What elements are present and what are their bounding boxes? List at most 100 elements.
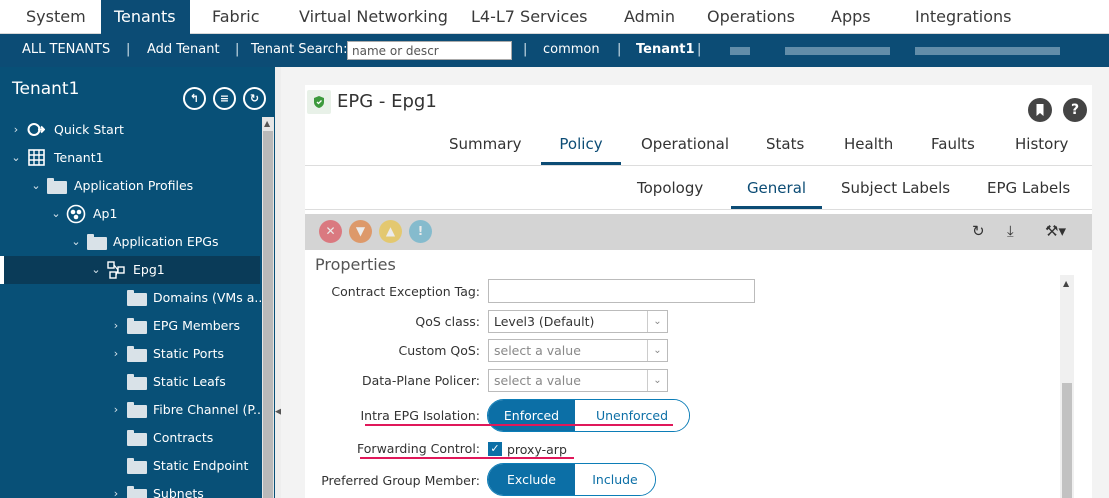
tab-health[interactable]: Health	[844, 135, 893, 165]
tree-item-application-profiles[interactable]: ⌄ Application Profiles	[0, 172, 260, 200]
separator: |	[617, 42, 622, 57]
isolation-enforced-option[interactable]: Enforced	[488, 400, 575, 431]
tab-fabric[interactable]: Fabric	[200, 0, 272, 34]
folder-icon	[127, 402, 147, 418]
scrollbar-thumb[interactable]	[1062, 383, 1072, 498]
proxy-arp-checkbox[interactable]: ✓	[488, 442, 502, 456]
tenant-search-input[interactable]	[347, 41, 512, 60]
data-plane-policer-select[interactable]: select a value ⌄	[488, 369, 668, 392]
field-label: Contract Exception Tag:	[331, 284, 480, 299]
subtab-subject-labels[interactable]: Subject Labels	[841, 179, 950, 209]
navigation-scrollbar[interactable]: ▲	[262, 117, 274, 498]
scrollbar-thumb[interactable]	[263, 131, 273, 498]
tab-faults[interactable]: Faults	[931, 135, 975, 165]
scroll-up-icon[interactable]: ▲	[1063, 279, 1069, 288]
redacted-tenant-link[interactable]	[785, 47, 890, 55]
chevron-down-icon[interactable]: ⌄	[31, 179, 41, 192]
bookmark-icon[interactable]	[1028, 98, 1052, 122]
tree-item-static-ports[interactable]: › Static Ports	[0, 340, 260, 368]
chevron-down-icon[interactable]: ⌄	[647, 311, 667, 332]
chevron-down-icon[interactable]: ⌄	[647, 340, 667, 361]
pgm-exclude-option[interactable]: Exclude	[488, 464, 575, 495]
tree-item-subnets[interactable]: › Subnets	[0, 480, 260, 498]
tab-operations[interactable]: Operations	[695, 0, 807, 34]
chevron-right-icon[interactable]: ›	[11, 123, 21, 136]
tab-stats[interactable]: Stats	[766, 135, 804, 165]
tab-system[interactable]: System	[14, 0, 98, 34]
chevron-down-icon[interactable]: ⌄	[91, 263, 101, 276]
refresh-icon[interactable]: ↻	[243, 87, 266, 110]
history-back-icon[interactable]: ↰	[183, 87, 206, 110]
redacted-tenant-link[interactable]	[915, 47, 1060, 55]
scroll-up-icon[interactable]: ▲	[264, 119, 270, 128]
tree-item-label: Quick Start	[54, 122, 124, 137]
tree-item-epg1[interactable]: ⌄ Epg1	[0, 256, 260, 284]
chevron-right-icon[interactable]: ›	[111, 319, 121, 332]
tree-item-application-epgs[interactable]: ⌄ Application EPGs	[0, 228, 260, 256]
section-title: Properties	[315, 255, 396, 274]
subtab-topology[interactable]: Topology	[637, 179, 703, 209]
tab-operational[interactable]: Operational	[641, 135, 729, 165]
chevron-right-icon[interactable]: ›	[111, 487, 121, 498]
subtab-general[interactable]: General	[731, 179, 822, 209]
tab-tenants[interactable]: Tenants	[101, 0, 190, 34]
tree-item-label: Tenant1	[54, 150, 104, 165]
tree-item-fibre-channel[interactable]: › Fibre Channel (P...	[0, 396, 265, 424]
custom-qos-select[interactable]: select a value ⌄	[488, 339, 668, 362]
preferred-group-member-toggle[interactable]: Exclude Include	[487, 463, 656, 496]
tools-icon[interactable]: ⚒▾	[1045, 222, 1066, 240]
tree-item-domains[interactable]: Domains (VMs a...	[0, 284, 266, 312]
chevron-down-icon[interactable]: ⌄	[11, 151, 21, 164]
chevron-down-icon[interactable]: ⌄	[71, 235, 81, 248]
chevron-down-icon[interactable]: ⌄	[647, 370, 667, 391]
help-icon[interactable]: ?	[1063, 98, 1087, 122]
tree-item-static-leafs[interactable]: Static Leafs	[0, 368, 260, 396]
field-label: Data-Plane Policer:	[362, 373, 480, 388]
refresh-icon[interactable]: ↻	[972, 222, 985, 240]
subtab-epg-labels[interactable]: EPG Labels	[987, 179, 1070, 209]
chevron-down-icon[interactable]: ⌄	[51, 207, 61, 220]
tab-l4-l7-services[interactable]: L4-L7 Services	[459, 0, 600, 34]
isolation-unenforced-option[interactable]: Unenforced	[575, 400, 689, 431]
epg-details-card: EPG - Epg1 ? Summary Policy Operational …	[305, 85, 1092, 498]
folder-icon	[47, 178, 67, 194]
tree-item-contracts[interactable]: Contracts	[0, 424, 260, 452]
tab-divider	[305, 209, 1092, 210]
chevron-right-icon[interactable]: ›	[111, 403, 121, 416]
critical-fault-icon[interactable]: ✕	[319, 220, 342, 243]
add-tenant-link[interactable]: Add Tenant	[147, 34, 220, 66]
tab-policy[interactable]: Policy	[541, 135, 621, 165]
pane-title: Tenant1	[12, 79, 80, 99]
page-title: EPG - Epg1	[337, 91, 437, 112]
field-label: Preferred Group Member:	[321, 473, 480, 488]
minor-fault-icon[interactable]: ▲	[379, 220, 402, 243]
qos-class-select[interactable]: Level3 (Default) ⌄	[488, 310, 668, 333]
download-icon[interactable]: ⤓	[1007, 222, 1014, 240]
tree-item-quick-start[interactable]: › Quick Start	[0, 116, 260, 144]
pgm-include-option[interactable]: Include	[575, 464, 655, 495]
tree-item-ap1[interactable]: ⌄ Ap1	[0, 200, 260, 228]
separator: |	[235, 42, 240, 57]
major-fault-icon[interactable]: ▼	[349, 220, 372, 243]
folder-icon	[127, 318, 147, 334]
tab-history[interactable]: History	[1015, 135, 1068, 165]
tab-integrations[interactable]: Integrations	[903, 0, 1024, 34]
tab-virtual-networking[interactable]: Virtual Networking	[287, 0, 460, 34]
tree-item-static-endpoint[interactable]: Static Endpoint	[0, 452, 260, 480]
tree-item-epg-members[interactable]: › EPG Members	[0, 312, 260, 340]
tenant-link-tenant1[interactable]: Tenant1	[636, 34, 695, 66]
chevron-right-icon[interactable]: ›	[111, 347, 121, 360]
all-tenants-link[interactable]: ALL TENANTS	[22, 34, 110, 66]
list-view-icon[interactable]: ≡	[213, 87, 236, 110]
tree-item-tenant1[interactable]: ⌄ Tenant1	[0, 144, 260, 172]
redacted-tenant-link[interactable]	[730, 47, 750, 55]
intra-epg-isolation-toggle[interactable]: Enforced Unenforced	[487, 399, 690, 432]
contract-exception-tag-input[interactable]	[488, 279, 755, 303]
tree-item-label: Application EPGs	[113, 234, 219, 249]
tab-summary[interactable]: Summary	[449, 135, 522, 165]
warning-fault-icon[interactable]: !	[409, 220, 432, 243]
tab-admin[interactable]: Admin	[612, 0, 687, 34]
tab-apps[interactable]: Apps	[819, 0, 883, 34]
properties-scrollbar[interactable]: ▲	[1060, 275, 1074, 498]
tenant-link-common[interactable]: common	[543, 34, 600, 66]
